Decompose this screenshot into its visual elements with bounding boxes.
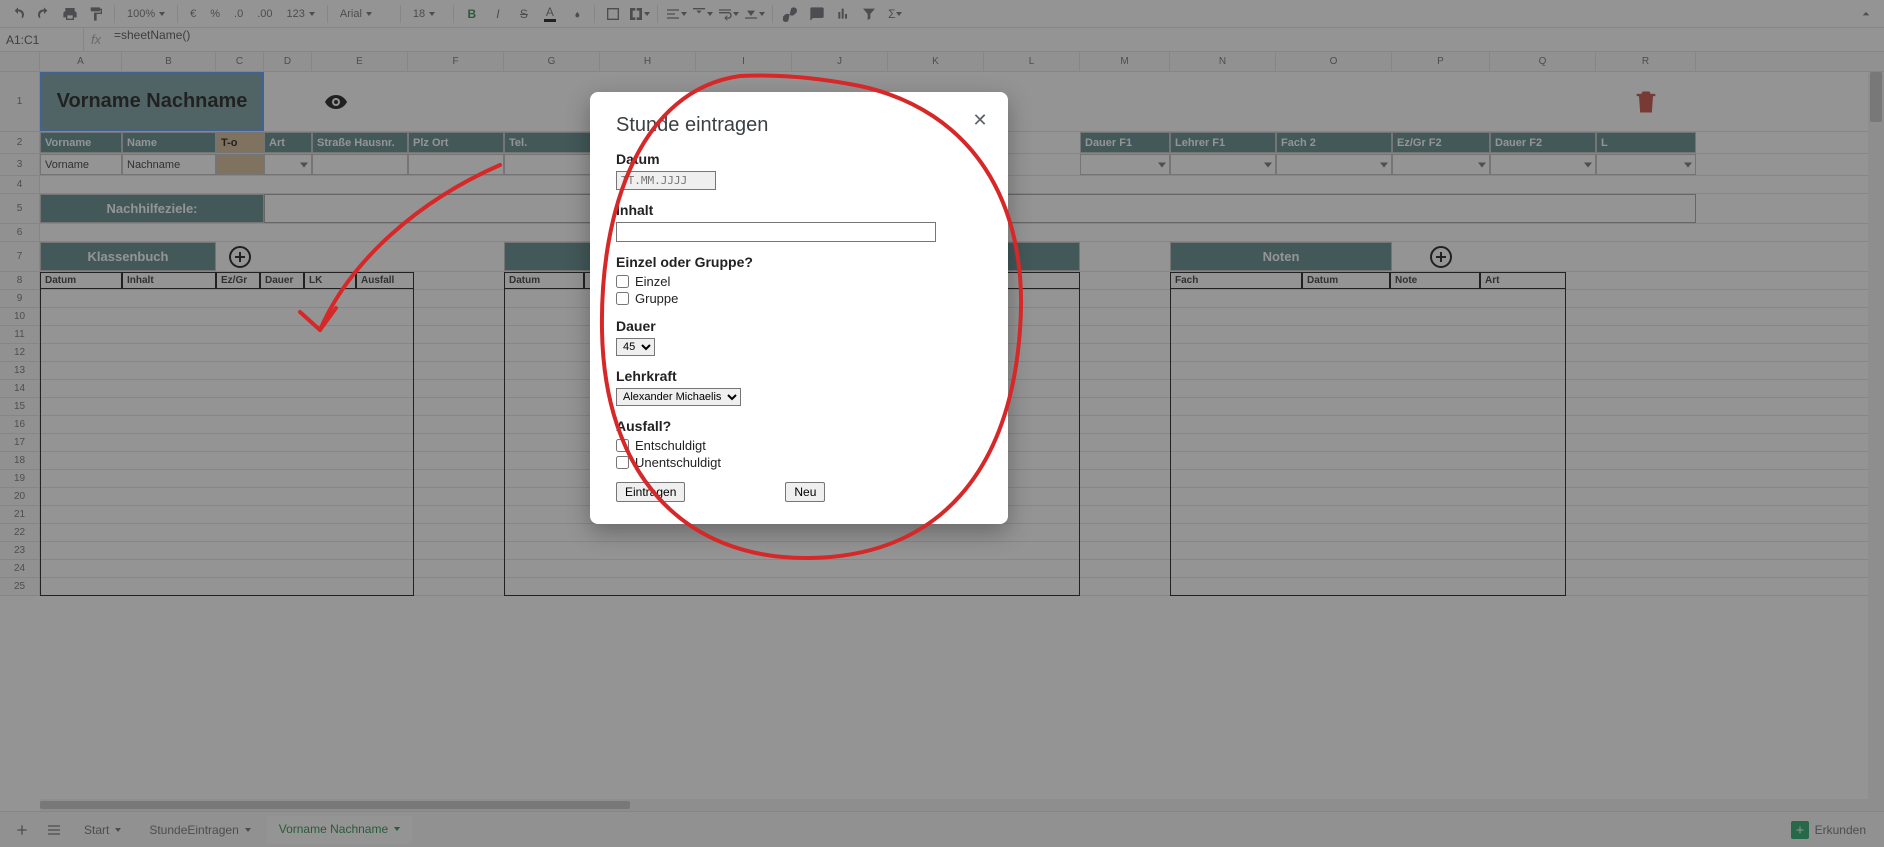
unentschuldigt-text: Unentschuldigt [635, 455, 721, 470]
einzel-gruppe-label: Einzel oder Gruppe? [616, 254, 982, 270]
einzel-text: Einzel [635, 274, 670, 289]
ausfall-label: Ausfall? [616, 418, 982, 434]
einzel-checkbox[interactable] [616, 275, 629, 288]
inhalt-label: Inhalt [616, 202, 982, 218]
lehrkraft-select[interactable]: Alexander Michaelis [616, 388, 741, 406]
gruppe-text: Gruppe [635, 291, 678, 306]
datum-input[interactable] [616, 171, 716, 190]
dialog-close-button[interactable]: ✕ [970, 110, 990, 130]
unentschuldigt-checkbox[interactable] [616, 456, 629, 469]
dialog-title: Stunde eintragen [616, 114, 982, 137]
gruppe-checkbox[interactable] [616, 292, 629, 305]
stunde-eintragen-dialog: Stunde eintragen ✕ Datum Inhalt Einzel o… [590, 92, 1008, 524]
dauer-select[interactable]: 45 [616, 338, 655, 356]
dauer-label: Dauer [616, 318, 982, 334]
entschuldigt-checkbox[interactable] [616, 439, 629, 452]
lehrkraft-label: Lehrkraft [616, 368, 982, 384]
datum-label: Datum [616, 151, 982, 167]
inhalt-input[interactable] [616, 222, 936, 242]
eintragen-button[interactable]: Eintragen [616, 482, 685, 502]
entschuldigt-text: Entschuldigt [635, 438, 706, 453]
neu-button[interactable]: Neu [785, 482, 825, 502]
